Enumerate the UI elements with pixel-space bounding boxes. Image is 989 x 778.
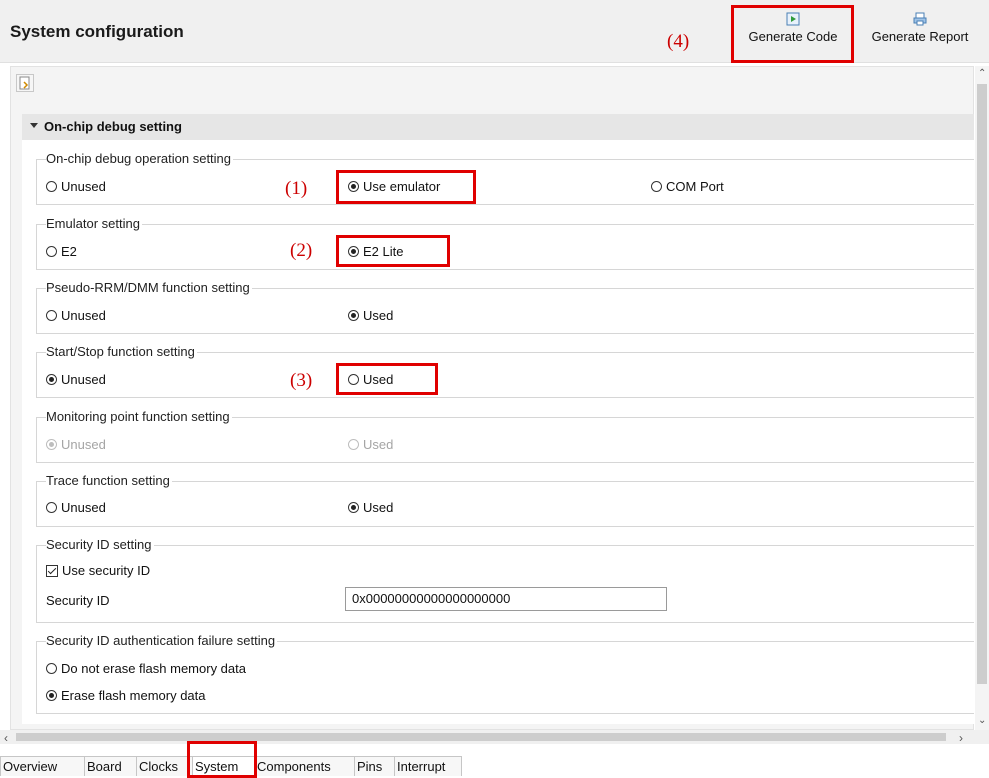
radio-label: Do not erase flash memory data bbox=[61, 661, 246, 676]
vertical-scroll-thumb[interactable] bbox=[977, 84, 987, 684]
radio-label: Unused bbox=[61, 500, 106, 515]
group-title-pseudo-rrm: Pseudo-RRM/DMM function setting bbox=[46, 280, 252, 295]
radio-com-port[interactable]: COM Port bbox=[651, 179, 724, 194]
group-title-auth-failure: Security ID authentication failure setti… bbox=[46, 633, 278, 648]
group-title-emulator: Emulator setting bbox=[46, 216, 142, 231]
radio-circle bbox=[46, 181, 57, 192]
radio-e2-lite[interactable]: E2 Lite bbox=[348, 244, 403, 259]
scroll-right-icon[interactable]: › bbox=[959, 731, 963, 745]
generate-code-button[interactable]: Generate Code bbox=[737, 10, 849, 56]
tab-system[interactable]: System bbox=[192, 756, 254, 776]
tab-board[interactable]: Board bbox=[84, 756, 136, 776]
security-id-input[interactable]: 0x00000000000000000000 bbox=[345, 587, 667, 611]
page-title: System configuration bbox=[10, 22, 184, 41]
annotation-3: (3) bbox=[290, 370, 313, 391]
radio-monitoring-used: Used bbox=[348, 437, 393, 452]
radio-circle bbox=[348, 374, 359, 385]
group-emulator bbox=[36, 224, 974, 270]
radio-label: Used bbox=[363, 308, 394, 323]
radio-do-not-erase[interactable]: Do not erase flash memory data bbox=[46, 661, 246, 676]
radio-circle bbox=[348, 246, 359, 257]
radio-circle bbox=[46, 374, 57, 385]
collapse-all-button[interactable] bbox=[16, 74, 34, 92]
radio-label: Erase flash memory data bbox=[61, 688, 206, 703]
radio-startstop-unused[interactable]: Unused bbox=[46, 372, 106, 387]
horizontal-scroll-thumb[interactable] bbox=[16, 733, 946, 741]
radio-label: Unused bbox=[61, 308, 106, 323]
generate-report-label: Generate Report bbox=[871, 29, 969, 44]
group-title-security-id: Security ID setting bbox=[46, 537, 154, 552]
radio-erase[interactable]: Erase flash memory data bbox=[46, 688, 206, 703]
radio-circle bbox=[46, 502, 57, 513]
radio-circle bbox=[46, 246, 57, 257]
annotation-2: (2) bbox=[290, 240, 313, 261]
radio-use-emulator[interactable]: Use emulator bbox=[348, 179, 440, 194]
scroll-left-icon[interactable]: ‹ bbox=[4, 731, 8, 745]
radio-monitoring-unused: Unused bbox=[46, 437, 106, 452]
scroll-up-icon[interactable]: ⌃ bbox=[978, 68, 986, 79]
radio-debug-unused[interactable]: Unused bbox=[46, 179, 106, 194]
tab-overview[interactable]: Overview bbox=[0, 756, 84, 776]
tab-clocks[interactable]: Clocks bbox=[136, 756, 192, 776]
radio-pseudo-used[interactable]: Used bbox=[348, 308, 393, 323]
generate-report-button[interactable]: Generate Report bbox=[856, 10, 984, 56]
section-title: On-chip debug setting bbox=[44, 119, 182, 134]
radio-label: Unused bbox=[61, 372, 106, 387]
radio-circle bbox=[348, 181, 359, 192]
radio-pseudo-unused[interactable]: Unused bbox=[46, 308, 106, 323]
caret-down-icon bbox=[30, 123, 38, 128]
document-arrow-icon bbox=[19, 76, 30, 90]
radio-label: Unused bbox=[61, 179, 106, 194]
group-title-start-stop: Start/Stop function setting bbox=[46, 344, 197, 359]
group-title-debug-operation: On-chip debug operation setting bbox=[46, 151, 234, 166]
radio-circle bbox=[46, 663, 57, 674]
group-security-id bbox=[36, 545, 974, 623]
section-on-chip-debug[interactable]: On-chip debug setting bbox=[22, 114, 974, 140]
tab-interrupt[interactable]: Interrupt bbox=[394, 756, 462, 776]
security-id-label: Security ID bbox=[46, 593, 110, 608]
radio-e2[interactable]: E2 bbox=[46, 244, 77, 259]
generate-code-label: Generate Code bbox=[748, 29, 838, 44]
checkbox-use-security-id[interactable]: Use security ID bbox=[46, 563, 150, 578]
radio-circle bbox=[348, 310, 359, 321]
radio-label: Used bbox=[363, 437, 394, 452]
annotation-4: (4) bbox=[667, 31, 690, 52]
radio-circle bbox=[46, 439, 57, 450]
annotation-1: (1) bbox=[285, 178, 308, 199]
radio-label: E2 bbox=[61, 244, 77, 259]
radio-startstop-used[interactable]: Used bbox=[348, 372, 393, 387]
radio-label: Unused bbox=[61, 437, 106, 452]
radio-label: E2 Lite bbox=[363, 244, 404, 259]
group-auth-failure bbox=[36, 641, 974, 714]
checkbox-label: Use security ID bbox=[62, 563, 151, 578]
group-title-monitoring: Monitoring point function setting bbox=[46, 409, 232, 424]
radio-label: Used bbox=[363, 372, 394, 387]
radio-circle bbox=[46, 690, 57, 701]
scroll-down-icon[interactable]: ⌄ bbox=[978, 715, 986, 726]
tab-components[interactable]: Components bbox=[254, 756, 354, 776]
radio-circle bbox=[46, 310, 57, 321]
group-trace bbox=[36, 481, 974, 527]
radio-circle bbox=[348, 439, 359, 450]
radio-trace-used[interactable]: Used bbox=[348, 500, 393, 515]
radio-circle bbox=[651, 181, 662, 192]
radio-circle bbox=[348, 502, 359, 513]
radio-trace-unused[interactable]: Unused bbox=[46, 500, 106, 515]
checkbox-box bbox=[46, 564, 58, 577]
radio-label: Use emulator bbox=[363, 179, 441, 194]
generate-code-icon bbox=[786, 12, 800, 26]
radio-label: Used bbox=[363, 500, 394, 515]
printer-icon bbox=[913, 12, 927, 26]
tab-pins[interactable]: Pins bbox=[354, 756, 394, 776]
group-title-trace: Trace function setting bbox=[46, 473, 172, 488]
radio-label: COM Port bbox=[666, 179, 724, 194]
